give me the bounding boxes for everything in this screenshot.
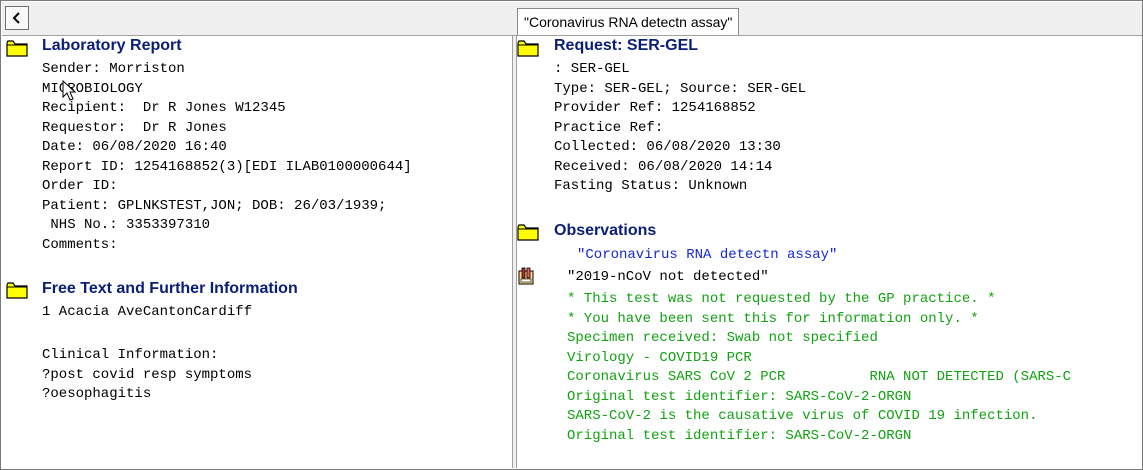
practice-ref-line: Practice Ref: <box>554 119 664 136</box>
comment-line: * This test was not requested by the GP … <box>567 291 996 307</box>
sender-line: Sender: Morriston <box>42 61 185 77</box>
department-line: MICROBIOLOGY <box>42 80 143 97</box>
folder-icon[interactable] <box>517 40 539 57</box>
back-button[interactable] <box>5 6 29 30</box>
comment-line: Virology - COVID19 PCR <box>567 349 752 366</box>
order-id-line: Order ID: <box>42 178 118 194</box>
clinical-info-label: Clinical Information: <box>42 347 219 363</box>
tab-coronavirus-assay[interactable]: "Coronavirus RNA detectn assay" <box>517 8 740 35</box>
test-name: "Coronavirus RNA detectn assay" <box>577 247 838 263</box>
address-line: 1 Acacia AveCantonCardiff <box>42 304 253 320</box>
request-code-line: : SER-GEL <box>554 61 630 77</box>
comment-line: Coronavirus SARS CoV 2 PCR RNA NOT DETEC… <box>567 369 1072 385</box>
type-source-line: Type: SER-GEL; Source: SER-GEL <box>554 80 807 97</box>
comments-line: Comments: <box>42 236 118 253</box>
chevron-left-icon <box>12 12 20 24</box>
report-id-line: Report ID: 1254168852(3)[EDI ILAB0100000… <box>42 158 412 175</box>
fasting-status-line: Fasting Status: Unknown <box>554 178 748 194</box>
folder-icon[interactable] <box>517 224 539 241</box>
nhs-number-line: NHS No.: 3353397310 <box>42 217 211 233</box>
comment-line: Original test identifier: SARS-CoV-2-ORG… <box>567 427 912 444</box>
free-text-heading: Free Text and Further Information <box>42 280 298 297</box>
collected-line: Collected: 06/08/2020 13:30 <box>554 139 781 155</box>
laboratory-report-heading: Laboratory Report <box>42 37 182 54</box>
comment-line: Specimen received: Swab not specified <box>567 330 878 346</box>
request-heading: Request: SER-GEL <box>554 37 699 54</box>
right-pane: Request: SER-GEL : SER-GEL Type: SER-GEL… <box>517 36 1141 468</box>
requestor-line: Requestor: Dr R Jones <box>42 119 227 136</box>
left-pane: Laboratory Report Sender: Morriston MICR… <box>2 36 512 468</box>
comment-line: SARS-CoV-2 is the causative virus of COV… <box>567 408 1038 424</box>
recipient-line: Recipient: Dr R Jones W12345 <box>42 100 286 116</box>
folder-icon[interactable] <box>6 282 28 299</box>
comment-line: * You have been sent this for informatio… <box>567 310 979 327</box>
lab-result-icon[interactable] <box>517 267 539 285</box>
report-viewer-window: "Coronavirus RNA detectn assay" Laborato… <box>0 0 1143 470</box>
result-value: "2019-nCoV not detected" <box>567 269 769 285</box>
folder-icon[interactable] <box>6 40 28 57</box>
received-line: Received: 06/08/2020 14:14 <box>554 158 773 175</box>
comment-line: Original test identifier: SARS-CoV-2-ORG… <box>567 388 912 405</box>
patient-line: Patient: GPLNKSTEST,JON; DOB: 26/03/1939… <box>42 197 387 214</box>
clinical-info-line-2: ?oesophagitis <box>42 386 152 402</box>
toolbar: "Coronavirus RNA detectn assay" <box>2 2 1142 36</box>
clinical-info-line-1: ?post covid resp symptoms <box>42 366 253 383</box>
date-line: Date: 06/08/2020 16:40 <box>42 139 227 155</box>
provider-ref-line: Provider Ref: 1254168852 <box>554 100 756 116</box>
observations-heading: Observations <box>554 222 657 239</box>
